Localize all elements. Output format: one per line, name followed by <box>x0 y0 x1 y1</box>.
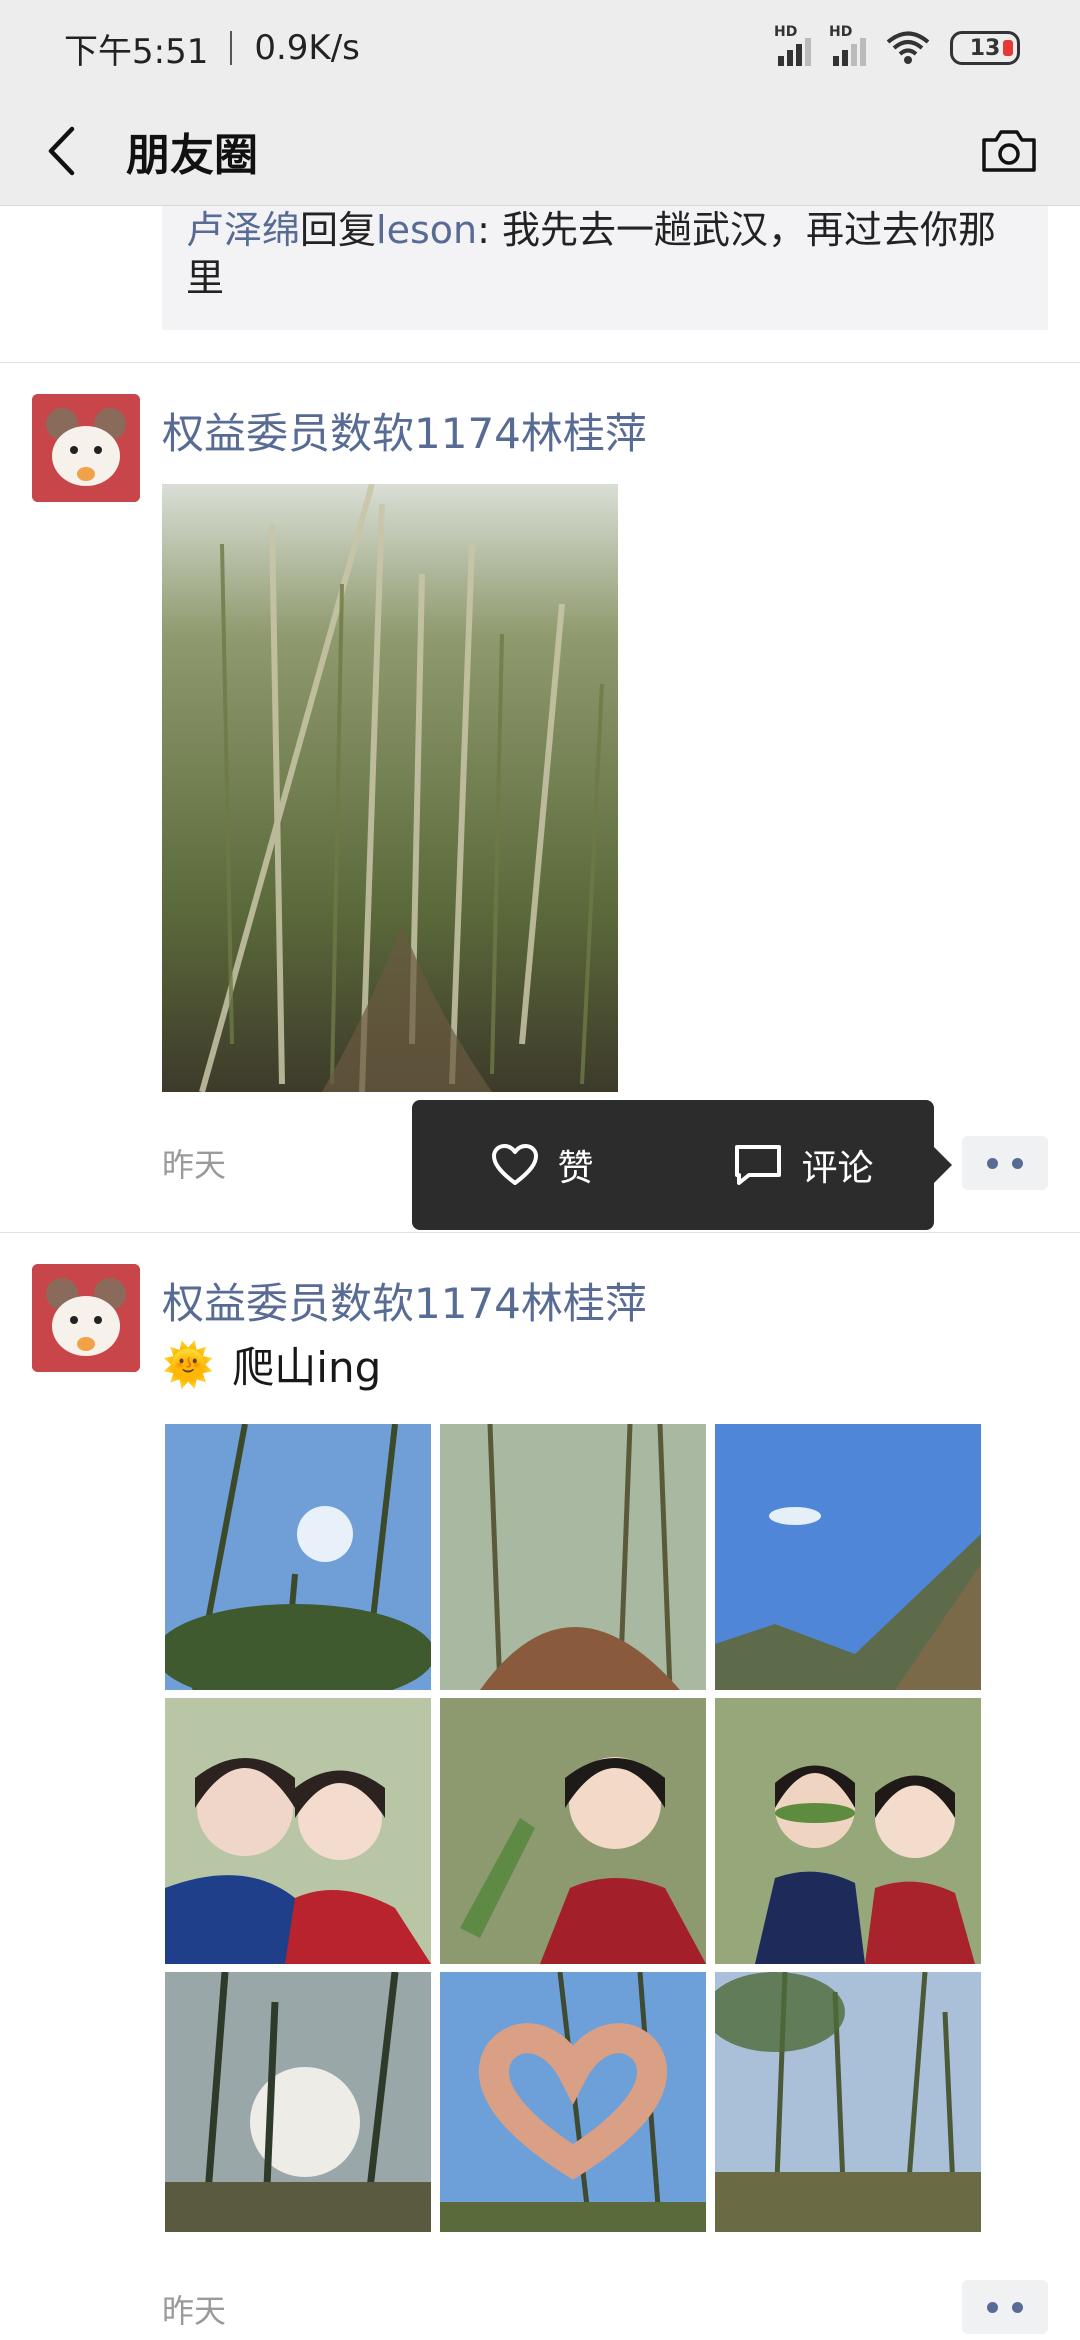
comment-label: 评论 <box>801 1148 874 1189</box>
divider <box>0 1232 1080 1233</box>
post-photo[interactable] <box>162 484 618 1092</box>
like-button[interactable]: 赞 <box>412 1100 673 1230</box>
dot-icon <box>987 1157 998 1169</box>
action-popup: 赞 评论 <box>412 1100 952 1230</box>
camera-icon[interactable] <box>974 121 1044 181</box>
post-text: 🌞 爬山ing <box>162 1334 381 1395</box>
battery-icon: 13 <box>950 31 1020 65</box>
dot-icon <box>987 2301 998 2313</box>
status-time: 下午5:51 <box>64 31 209 72</box>
grid-photo[interactable] <box>715 1698 981 1964</box>
battery-level: 13 <box>969 35 1001 61</box>
grid-photo[interactable] <box>165 1698 431 1964</box>
navigation-bar: 朋友圈 <box>0 96 1080 206</box>
page-title: 朋友圈 <box>126 129 258 181</box>
grid-photo[interactable] <box>715 1424 981 1690</box>
comment-item[interactable]: 卢泽绵回复leson: 我先去一趟武汉，再过去你那里 <box>162 206 1048 330</box>
avatar[interactable] <box>32 1264 140 1372</box>
status-separator <box>230 31 233 65</box>
grid-photo[interactable] <box>440 1698 706 1964</box>
more-actions-button[interactable] <box>962 1136 1048 1190</box>
grid-photo[interactable] <box>165 1424 431 1690</box>
dot-icon <box>1012 1157 1023 1169</box>
commenter-name[interactable]: 卢泽绵 <box>186 208 300 252</box>
post-time: 昨天 <box>162 1146 227 1184</box>
post-time: 昨天 <box>162 2292 227 2330</box>
avatar[interactable] <box>32 394 140 502</box>
sun-emoji-icon: 🌞 <box>162 1339 215 1389</box>
reply-target-name[interactable]: leson <box>376 208 477 252</box>
divider <box>0 362 1080 363</box>
like-label: 赞 <box>557 1148 594 1189</box>
post-username[interactable]: 权益委员数软1174林桂萍 <box>162 400 647 461</box>
grid-photo[interactable] <box>165 1972 431 2232</box>
status-bar: 下午5:51 0.9K/s HD HD 13 <box>0 0 1080 96</box>
chevron-left-icon[interactable] <box>36 121 86 181</box>
signal-icon: HD <box>774 24 811 66</box>
signal-icon-2: HD <box>829 24 866 66</box>
heart-icon <box>492 1144 539 1185</box>
grid-photo[interactable] <box>440 1424 706 1690</box>
dot-icon <box>1012 2301 1023 2313</box>
comment-icon <box>735 1145 782 1185</box>
post-username[interactable]: 权益委员数软1174林桂萍 <box>162 1270 647 1331</box>
wifi-icon <box>886 31 930 64</box>
grid-photo[interactable] <box>715 1972 981 2232</box>
grid-photo[interactable] <box>440 1972 706 2232</box>
more-actions-button[interactable] <box>962 2280 1048 2334</box>
network-speed: 0.9K/s <box>254 28 360 68</box>
comment-button[interactable]: 评论 <box>673 1100 934 1230</box>
post-caption: 爬山ing <box>232 1343 382 1392</box>
reply-word: 回复 <box>300 208 377 252</box>
